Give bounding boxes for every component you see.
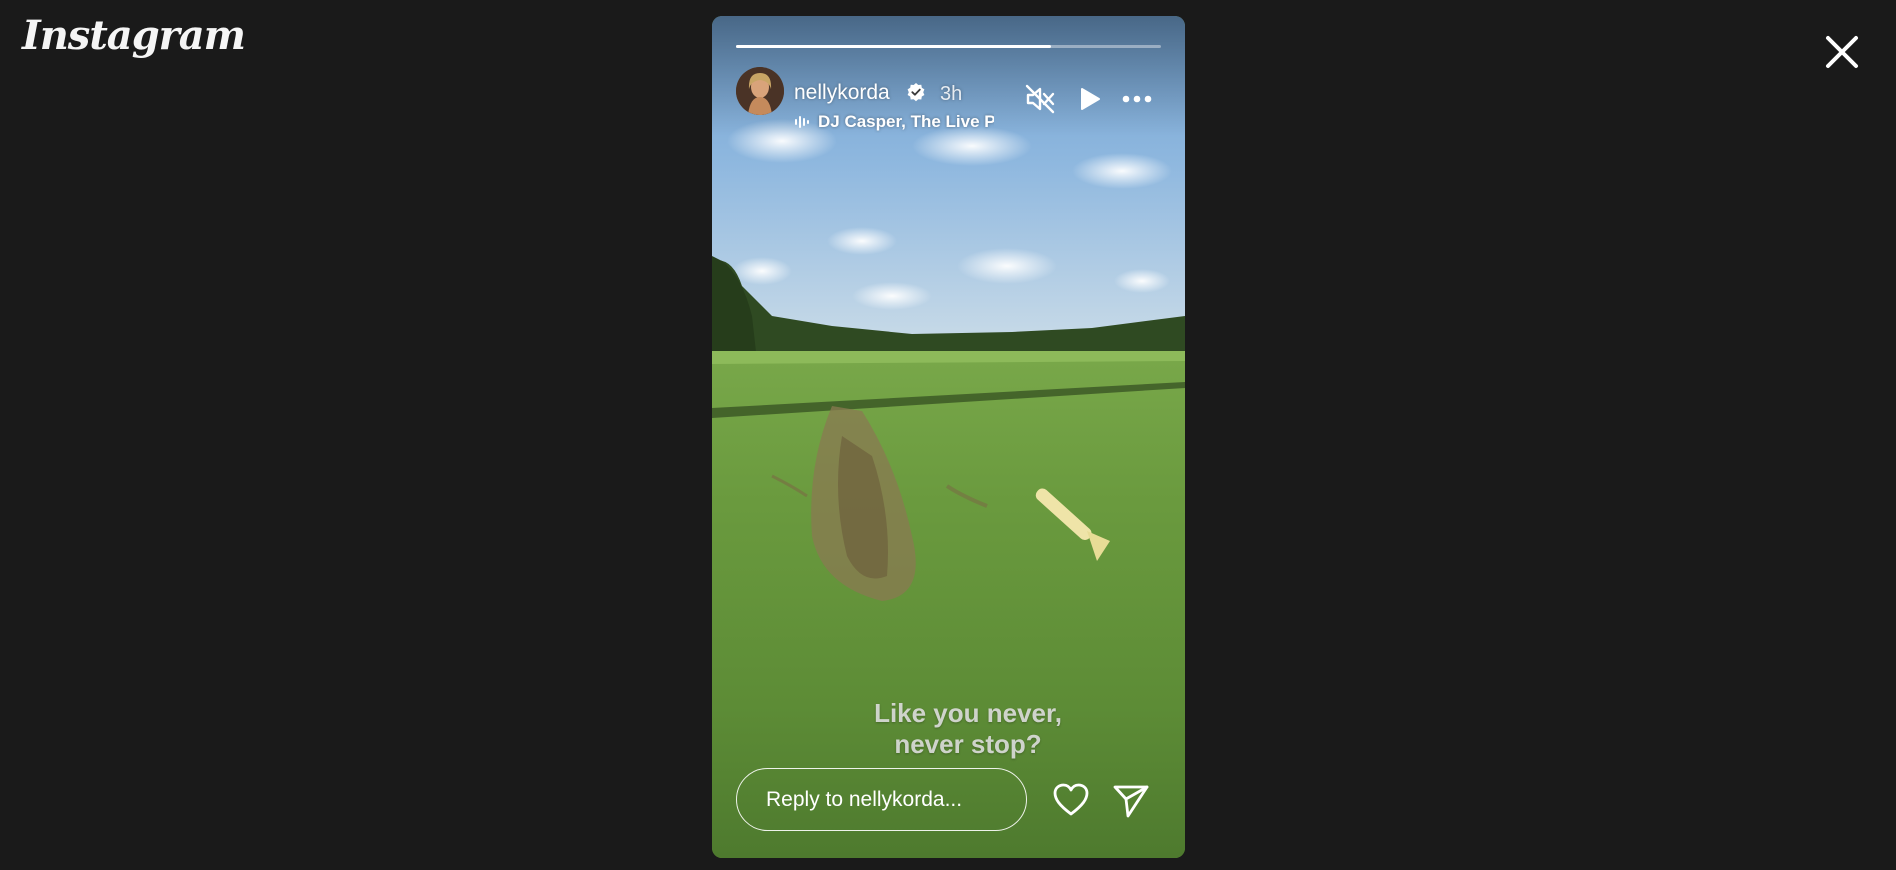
story-progress-fill: [736, 45, 1051, 48]
story-viewer[interactable]: nellykorda 3h DJ Casper, The Live Pl Lik…: [712, 16, 1185, 858]
caption-line: Like you never,: [874, 698, 1062, 728]
story-header: nellykorda 3h DJ Casper, The Live Pl: [736, 67, 1161, 131]
avatar[interactable]: [736, 67, 784, 115]
heart-icon[interactable]: [1051, 780, 1091, 820]
story-caption: Like you never, never stop?: [862, 698, 1074, 760]
caption-line: never stop?: [894, 729, 1042, 759]
muted-speaker-icon[interactable]: [1023, 82, 1057, 116]
audio-wave-icon: [795, 116, 809, 128]
verified-badge-icon: [907, 83, 925, 102]
close-icon[interactable]: [1822, 32, 1862, 72]
story-progress-bar: [736, 45, 1161, 48]
avatar-image: [736, 67, 784, 115]
music-attribution[interactable]: DJ Casper, The Live Pl: [794, 111, 994, 133]
story-timestamp: 3h: [940, 83, 963, 105]
story-username[interactable]: nellykorda: [794, 81, 890, 105]
play-icon[interactable]: [1072, 82, 1106, 116]
music-label: DJ Casper, The Live Pl: [818, 112, 994, 131]
reply-input[interactable]: [736, 768, 1027, 831]
send-icon[interactable]: [1111, 780, 1151, 820]
more-options-icon[interactable]: [1120, 82, 1154, 116]
instagram-logo[interactable]: Instagram: [22, 12, 246, 59]
